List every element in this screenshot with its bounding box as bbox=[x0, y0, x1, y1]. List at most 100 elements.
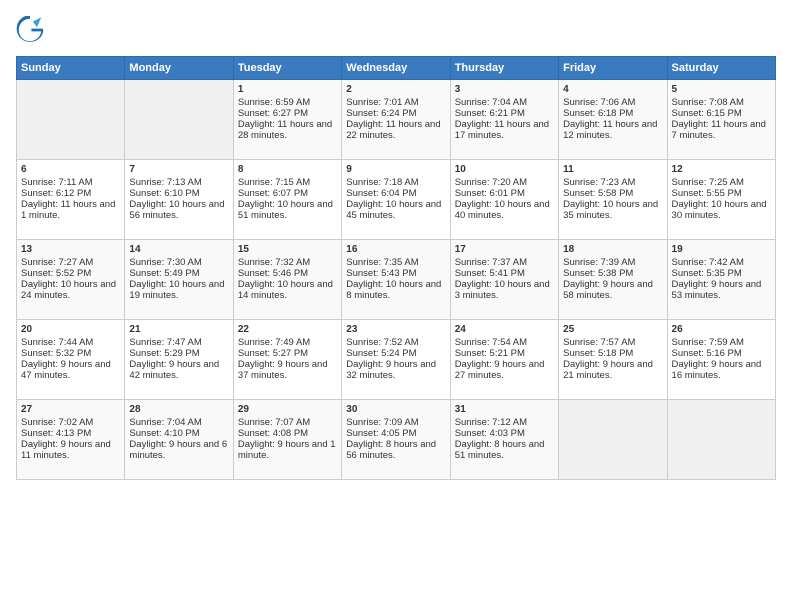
sunset-text: Sunset: 5:52 PM bbox=[21, 268, 91, 279]
sunrise-text: Sunrise: 7:09 AM bbox=[346, 417, 418, 428]
sunset-text: Sunset: 6:24 PM bbox=[346, 108, 416, 119]
daylight-text: Daylight: 10 hours and 51 minutes. bbox=[238, 199, 333, 221]
day-number: 7 bbox=[129, 164, 228, 175]
sunrise-text: Sunrise: 7:27 AM bbox=[21, 257, 93, 268]
sunrise-text: Sunrise: 7:39 AM bbox=[563, 257, 635, 268]
calendar-header: SundayMondayTuesdayWednesdayThursdayFrid… bbox=[17, 57, 776, 80]
day-number: 21 bbox=[129, 324, 228, 335]
sunrise-text: Sunrise: 7:54 AM bbox=[455, 337, 527, 348]
calendar-cell: 8 Sunrise: 7:15 AM Sunset: 6:07 PM Dayli… bbox=[233, 160, 341, 240]
day-number: 12 bbox=[672, 164, 771, 175]
sunrise-text: Sunrise: 7:02 AM bbox=[21, 417, 93, 428]
day-number: 6 bbox=[21, 164, 120, 175]
calendar-cell bbox=[667, 400, 775, 480]
daylight-text: Daylight: 9 hours and 53 minutes. bbox=[672, 279, 762, 301]
sunrise-text: Sunrise: 7:04 AM bbox=[455, 97, 527, 108]
daylight-text: Daylight: 8 hours and 51 minutes. bbox=[455, 439, 545, 461]
sunrise-text: Sunrise: 7:06 AM bbox=[563, 97, 635, 108]
sunrise-text: Sunrise: 7:01 AM bbox=[346, 97, 418, 108]
daylight-text: Daylight: 8 hours and 56 minutes. bbox=[346, 439, 436, 461]
sunset-text: Sunset: 6:18 PM bbox=[563, 108, 633, 119]
day-number: 13 bbox=[21, 244, 120, 255]
calendar-cell: 24 Sunrise: 7:54 AM Sunset: 5:21 PM Dayl… bbox=[450, 320, 558, 400]
calendar-week-3: 13 Sunrise: 7:27 AM Sunset: 5:52 PM Dayl… bbox=[17, 240, 776, 320]
daylight-text: Daylight: 11 hours and 1 minute. bbox=[21, 199, 115, 221]
calendar-cell: 21 Sunrise: 7:47 AM Sunset: 5:29 PM Dayl… bbox=[125, 320, 233, 400]
sunrise-text: Sunrise: 7:07 AM bbox=[238, 417, 310, 428]
calendar-cell: 12 Sunrise: 7:25 AM Sunset: 5:55 PM Dayl… bbox=[667, 160, 775, 240]
calendar-cell: 27 Sunrise: 7:02 AM Sunset: 4:13 PM Dayl… bbox=[17, 400, 125, 480]
sunrise-text: Sunrise: 7:18 AM bbox=[346, 177, 418, 188]
sunrise-text: Sunrise: 7:47 AM bbox=[129, 337, 201, 348]
sunset-text: Sunset: 5:41 PM bbox=[455, 268, 525, 279]
day-number: 30 bbox=[346, 404, 445, 415]
daylight-text: Daylight: 9 hours and 1 minute. bbox=[238, 439, 336, 461]
sunset-text: Sunset: 4:08 PM bbox=[238, 428, 308, 439]
daylight-text: Daylight: 9 hours and 27 minutes. bbox=[455, 359, 545, 381]
sunset-text: Sunset: 5:38 PM bbox=[563, 268, 633, 279]
calendar-table: SundayMondayTuesdayWednesdayThursdayFrid… bbox=[16, 56, 776, 480]
daylight-text: Daylight: 10 hours and 8 minutes. bbox=[346, 279, 441, 301]
daylight-text: Daylight: 9 hours and 6 minutes. bbox=[129, 439, 227, 461]
sunset-text: Sunset: 5:21 PM bbox=[455, 348, 525, 359]
sunrise-text: Sunrise: 7:59 AM bbox=[672, 337, 744, 348]
sunset-text: Sunset: 5:49 PM bbox=[129, 268, 199, 279]
day-number: 23 bbox=[346, 324, 445, 335]
calendar-cell: 7 Sunrise: 7:13 AM Sunset: 6:10 PM Dayli… bbox=[125, 160, 233, 240]
day-number: 14 bbox=[129, 244, 228, 255]
day-header-saturday: Saturday bbox=[667, 57, 775, 80]
day-header-friday: Friday bbox=[559, 57, 667, 80]
sunset-text: Sunset: 5:27 PM bbox=[238, 348, 308, 359]
sunset-text: Sunset: 6:07 PM bbox=[238, 188, 308, 199]
calendar-cell: 9 Sunrise: 7:18 AM Sunset: 6:04 PM Dayli… bbox=[342, 160, 450, 240]
sunrise-text: Sunrise: 7:25 AM bbox=[672, 177, 744, 188]
day-number: 9 bbox=[346, 164, 445, 175]
sunset-text: Sunset: 5:55 PM bbox=[672, 188, 742, 199]
calendar-cell: 14 Sunrise: 7:30 AM Sunset: 5:49 PM Dayl… bbox=[125, 240, 233, 320]
calendar-cell: 22 Sunrise: 7:49 AM Sunset: 5:27 PM Dayl… bbox=[233, 320, 341, 400]
day-header-monday: Monday bbox=[125, 57, 233, 80]
calendar-week-5: 27 Sunrise: 7:02 AM Sunset: 4:13 PM Dayl… bbox=[17, 400, 776, 480]
daylight-text: Daylight: 11 hours and 12 minutes. bbox=[563, 119, 657, 141]
daylight-text: Daylight: 10 hours and 35 minutes. bbox=[563, 199, 658, 221]
sunset-text: Sunset: 5:32 PM bbox=[21, 348, 91, 359]
daylight-text: Daylight: 10 hours and 30 minutes. bbox=[672, 199, 767, 221]
sunrise-text: Sunrise: 7:52 AM bbox=[346, 337, 418, 348]
calendar-cell: 20 Sunrise: 7:44 AM Sunset: 5:32 PM Dayl… bbox=[17, 320, 125, 400]
page-header bbox=[16, 16, 776, 44]
sunset-text: Sunset: 5:46 PM bbox=[238, 268, 308, 279]
sunrise-text: Sunrise: 7:42 AM bbox=[672, 257, 744, 268]
sunset-text: Sunset: 5:29 PM bbox=[129, 348, 199, 359]
day-number: 5 bbox=[672, 84, 771, 95]
day-number: 15 bbox=[238, 244, 337, 255]
daylight-text: Daylight: 10 hours and 19 minutes. bbox=[129, 279, 224, 301]
daylight-text: Daylight: 9 hours and 47 minutes. bbox=[21, 359, 111, 381]
daylight-text: Daylight: 10 hours and 24 minutes. bbox=[21, 279, 116, 301]
logo-icon bbox=[16, 16, 44, 44]
day-header-wednesday: Wednesday bbox=[342, 57, 450, 80]
day-number: 17 bbox=[455, 244, 554, 255]
calendar-cell: 28 Sunrise: 7:04 AM Sunset: 4:10 PM Dayl… bbox=[125, 400, 233, 480]
sunrise-text: Sunrise: 7:15 AM bbox=[238, 177, 310, 188]
calendar-cell: 15 Sunrise: 7:32 AM Sunset: 5:46 PM Dayl… bbox=[233, 240, 341, 320]
calendar-week-2: 6 Sunrise: 7:11 AM Sunset: 6:12 PM Dayli… bbox=[17, 160, 776, 240]
day-number: 29 bbox=[238, 404, 337, 415]
sunset-text: Sunset: 6:27 PM bbox=[238, 108, 308, 119]
sunrise-text: Sunrise: 6:59 AM bbox=[238, 97, 310, 108]
logo bbox=[16, 16, 48, 44]
daylight-text: Daylight: 10 hours and 14 minutes. bbox=[238, 279, 333, 301]
daylight-text: Daylight: 10 hours and 3 minutes. bbox=[455, 279, 550, 301]
day-number: 16 bbox=[346, 244, 445, 255]
daylight-text: Daylight: 9 hours and 32 minutes. bbox=[346, 359, 436, 381]
day-number: 3 bbox=[455, 84, 554, 95]
sunrise-text: Sunrise: 7:23 AM bbox=[563, 177, 635, 188]
calendar-cell: 6 Sunrise: 7:11 AM Sunset: 6:12 PM Dayli… bbox=[17, 160, 125, 240]
calendar-cell: 5 Sunrise: 7:08 AM Sunset: 6:15 PM Dayli… bbox=[667, 80, 775, 160]
daylight-text: Daylight: 10 hours and 56 minutes. bbox=[129, 199, 224, 221]
calendar-cell: 18 Sunrise: 7:39 AM Sunset: 5:38 PM Dayl… bbox=[559, 240, 667, 320]
calendar-cell: 19 Sunrise: 7:42 AM Sunset: 5:35 PM Dayl… bbox=[667, 240, 775, 320]
calendar-week-4: 20 Sunrise: 7:44 AM Sunset: 5:32 PM Dayl… bbox=[17, 320, 776, 400]
sunset-text: Sunset: 5:24 PM bbox=[346, 348, 416, 359]
sunset-text: Sunset: 6:15 PM bbox=[672, 108, 742, 119]
day-header-thursday: Thursday bbox=[450, 57, 558, 80]
